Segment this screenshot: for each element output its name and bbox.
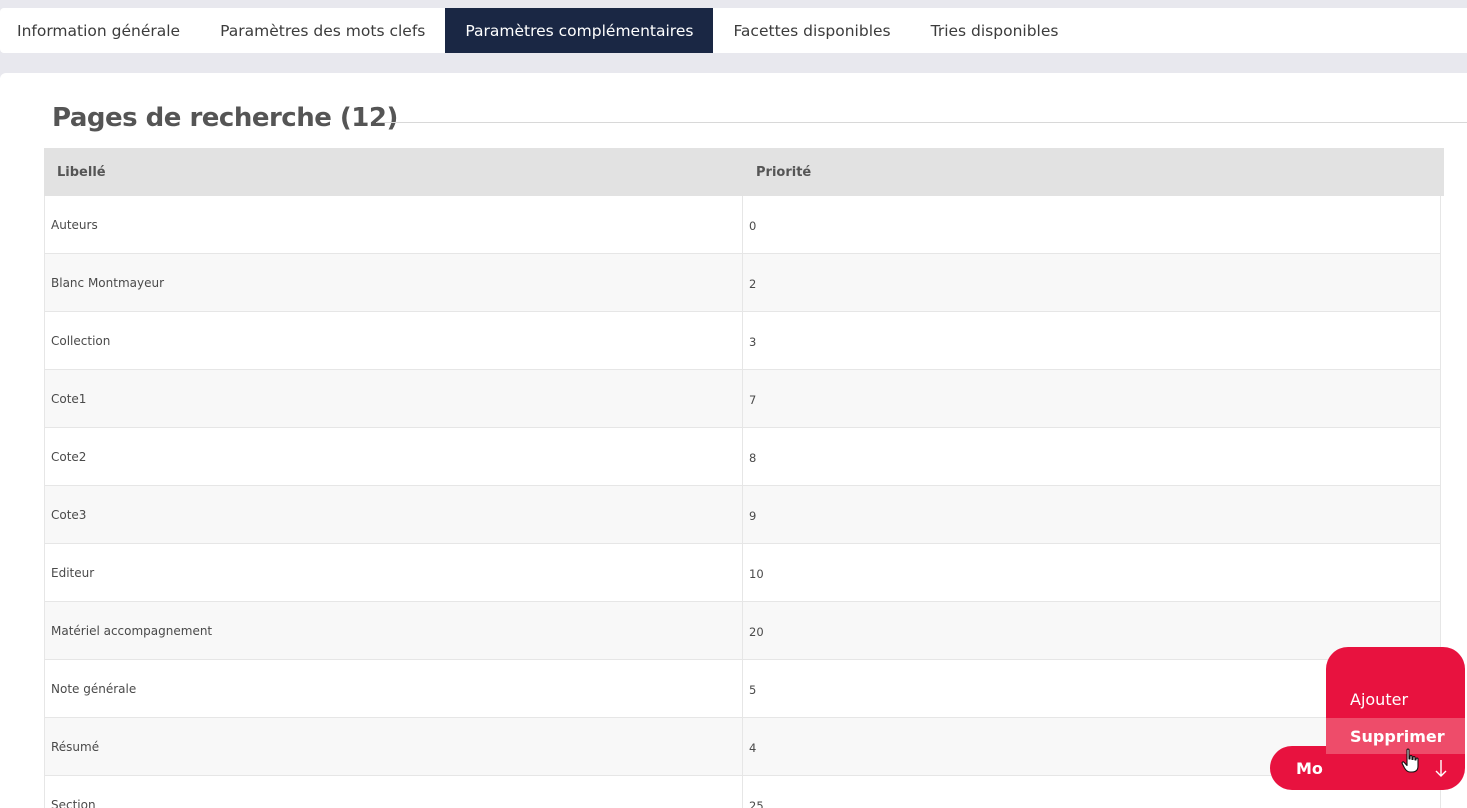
cell-priority: 9	[749, 508, 757, 523]
table-row[interactable]: Editeur 10	[44, 544, 1441, 602]
cell-label: Auteurs	[45, 196, 743, 253]
action-menu: Ajouter Supprimer	[1326, 647, 1465, 762]
table-row[interactable]: Blanc Montmayeur 2	[44, 254, 1441, 312]
table-row[interactable]: Cote3 9	[44, 486, 1441, 544]
cell-label: Cote1	[45, 370, 743, 427]
cell-priority: 2	[749, 276, 757, 291]
tab-facettes-disponibles[interactable]: Facettes disponibles	[713, 8, 910, 53]
table-row[interactable]: Section 25	[44, 776, 1441, 808]
menu-item-ajouter[interactable]: Ajouter	[1326, 681, 1465, 717]
section-title: Pages de recherche (12)	[52, 103, 398, 133]
table-row[interactable]: Cote1 7	[44, 370, 1441, 428]
cell-label: Note générale	[45, 660, 743, 717]
cell-priority: 8	[749, 450, 757, 465]
tab-tries-disponibles[interactable]: Tries disponibles	[911, 8, 1079, 53]
menu-item-supprimer[interactable]: Supprimer	[1326, 718, 1465, 754]
table-row[interactable]: Collection 3	[44, 312, 1441, 370]
table-row[interactable]: Note générale 5	[44, 660, 1441, 718]
cell-label: Collection	[45, 312, 743, 369]
cell-priority: 0	[749, 218, 757, 233]
search-pages-table: Libellé Priorité Auteurs 0 Blanc Montmay…	[44, 148, 1444, 808]
cell-label: Résumé	[45, 718, 743, 775]
cell-priority: 10	[749, 566, 764, 581]
table-body: Auteurs 0 Blanc Montmayeur 2 Collection …	[44, 196, 1444, 808]
column-header-priorite[interactable]: Priorité	[743, 148, 1444, 196]
cell-label: Matériel accompagnement	[45, 602, 743, 659]
tab-parametres-mots-clefs[interactable]: Paramètres des mots clefs	[200, 8, 445, 53]
column-header-libelle[interactable]: Libellé	[44, 148, 743, 196]
cell-label: Editeur	[45, 544, 743, 601]
table-row[interactable]: Matériel accompagnement 20	[44, 602, 1441, 660]
title-divider	[376, 122, 1467, 123]
tab-information-generale[interactable]: Information générale	[0, 8, 200, 53]
table-header: Libellé Priorité	[44, 148, 1444, 196]
table-row[interactable]: Auteurs 0	[44, 196, 1441, 254]
tab-bar: Information générale Paramètres des mots…	[0, 8, 1467, 53]
table-row[interactable]: Résumé 4	[44, 718, 1441, 776]
arrow-down-icon[interactable]	[1432, 757, 1450, 779]
cell-priority: 7	[749, 392, 757, 407]
content-panel: Pages de recherche (12) Libellé Priorité…	[0, 73, 1467, 808]
cell-label: Section	[45, 776, 743, 808]
cell-label: Blanc Montmayeur	[45, 254, 743, 311]
cell-priority: 3	[749, 334, 757, 349]
tab-parametres-complementaires[interactable]: Paramètres complémentaires	[445, 8, 714, 53]
cell-label: Cote2	[45, 428, 743, 485]
table-row[interactable]: Cote2 8	[44, 428, 1441, 486]
cell-label: Cote3	[45, 486, 743, 543]
pointer-cursor-icon	[1401, 748, 1419, 773]
